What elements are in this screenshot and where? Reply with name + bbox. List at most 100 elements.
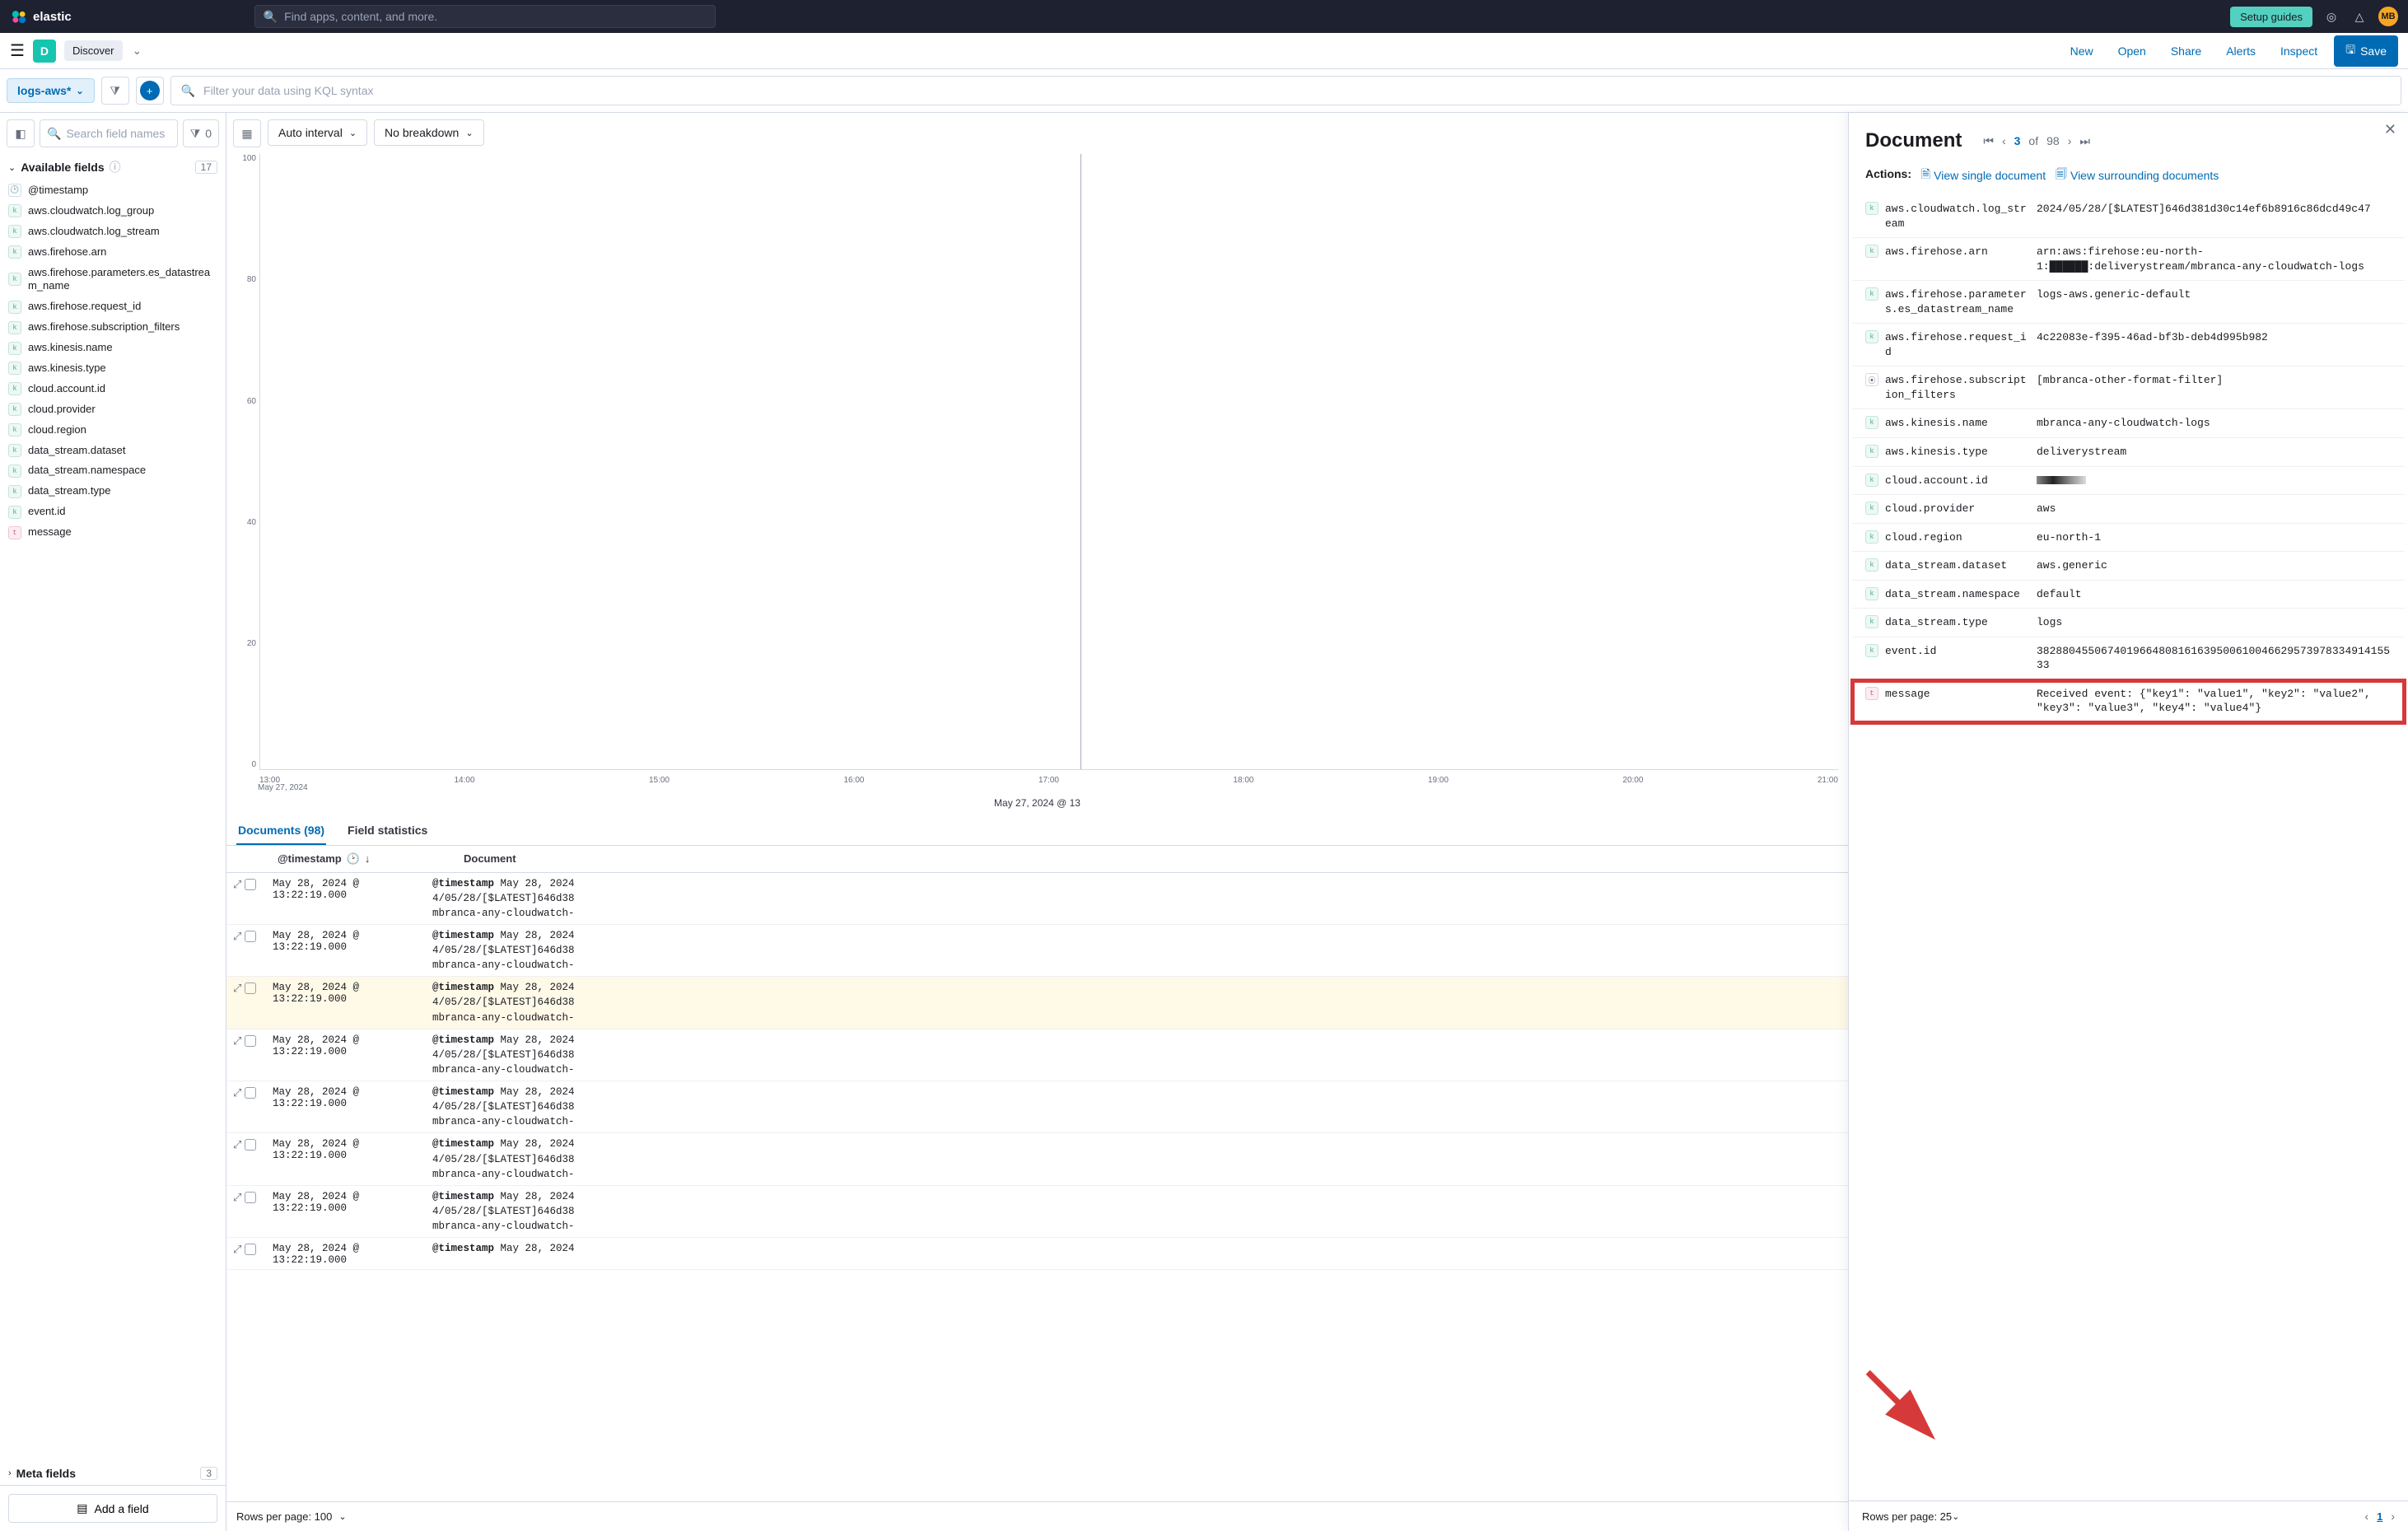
sidebar-collapse-button[interactable]: ◧ bbox=[7, 119, 35, 147]
open-link[interactable]: Open bbox=[2110, 44, 2154, 58]
doc-field-row[interactable]: tmessageReceived event: {"key1": "value1… bbox=[1852, 680, 2405, 723]
space-badge[interactable]: D bbox=[33, 40, 56, 63]
doc-field-row[interactable]: kevent.id3828804550674019664808161639500… bbox=[1852, 637, 2405, 680]
elastic-logo[interactable]: elastic bbox=[10, 7, 72, 26]
close-flyout-button[interactable]: ✕ bbox=[2384, 121, 2396, 138]
rows-per-page-button[interactable]: Rows per page: 100 bbox=[236, 1510, 332, 1523]
pager-first-icon[interactable]: ⏮ bbox=[1983, 134, 1994, 148]
field-filter-button[interactable]: ⧩ 0 bbox=[183, 119, 219, 147]
doc-field-row[interactable]: kdata_stream.typelogs bbox=[1852, 609, 2405, 637]
tab-field-statistics[interactable]: Field statistics bbox=[346, 817, 429, 845]
user-avatar[interactable]: MB bbox=[2378, 7, 2398, 26]
field-item[interactable]: kdata_stream.namespace bbox=[0, 460, 226, 481]
filter-button[interactable]: ⧩ bbox=[101, 77, 129, 105]
calendar-button[interactable]: ▦ bbox=[233, 119, 261, 147]
doc-field-row[interactable]: kaws.firehose.parameters.es_datastream_n… bbox=[1852, 281, 2405, 324]
field-item[interactable]: kaws.firehose.request_id bbox=[0, 296, 226, 317]
doc-field-row[interactable]: kaws.firehose.request_id4c22083e-f395-46… bbox=[1852, 324, 2405, 366]
newsfeed-icon[interactable]: ◎ bbox=[2322, 7, 2340, 26]
breakdown-dropdown[interactable]: No breakdown ⌄ bbox=[374, 119, 484, 146]
table-row[interactable]: ⤢May 28, 2024 @ 13:22:19.000@timestamp M… bbox=[226, 1238, 1848, 1270]
nav-menu-icon[interactable]: ☰ bbox=[10, 40, 25, 61]
page-next-icon[interactable]: › bbox=[2391, 1510, 2395, 1523]
alerts-link[interactable]: Alerts bbox=[2218, 44, 2264, 58]
expand-row-icon[interactable]: ⤢ bbox=[233, 1138, 241, 1151]
table-row[interactable]: ⤢May 28, 2024 @ 13:22:19.000@timestamp M… bbox=[226, 1081, 1848, 1133]
chevron-down-icon[interactable]: ⌄ bbox=[133, 44, 142, 58]
field-item[interactable]: kaws.kinesis.name bbox=[0, 338, 226, 358]
pager-next-icon[interactable]: › bbox=[2068, 134, 2072, 147]
tab-documents[interactable]: Documents (98) bbox=[236, 817, 326, 845]
doc-field-row[interactable]: kaws.cloudwatch.log_stream2024/05/28/[$L… bbox=[1852, 195, 2405, 238]
new-link[interactable]: New bbox=[2062, 44, 2102, 58]
row-checkbox[interactable] bbox=[245, 1192, 256, 1203]
expand-row-icon[interactable]: ⤢ bbox=[233, 930, 241, 943]
field-item[interactable]: kevent.id bbox=[0, 502, 226, 522]
interval-dropdown[interactable]: Auto interval ⌄ bbox=[268, 119, 367, 146]
field-item[interactable]: kcloud.account.id bbox=[0, 379, 226, 399]
app-name-pill[interactable]: Discover bbox=[64, 40, 123, 61]
expand-row-icon[interactable]: ⤢ bbox=[233, 982, 241, 995]
doc-field-row[interactable]: kaws.firehose.arnarn:aws:firehose:eu-nor… bbox=[1852, 238, 2405, 281]
chevron-down-icon[interactable]: ⌄ bbox=[338, 1511, 346, 1522]
field-item[interactable]: kaws.firehose.subscription_filters bbox=[0, 317, 226, 338]
available-fields-header[interactable]: ⌄ Available fields ⓘ 17 bbox=[0, 154, 226, 180]
table-row[interactable]: ⤢May 28, 2024 @ 13:22:19.000@timestamp M… bbox=[226, 977, 1848, 1029]
row-checkbox[interactable] bbox=[245, 983, 256, 994]
row-checkbox[interactable] bbox=[245, 1139, 256, 1151]
global-search-input[interactable]: 🔍 Find apps, content, and more. bbox=[254, 5, 716, 28]
row-checkbox[interactable] bbox=[245, 931, 256, 942]
add-field-button[interactable]: ▤ Add a field bbox=[8, 1494, 217, 1523]
setup-guides-button[interactable]: Setup guides bbox=[2230, 7, 2312, 27]
doc-field-row[interactable]: kdata_stream.namespacedefault bbox=[1852, 581, 2405, 609]
expand-row-icon[interactable]: ⤢ bbox=[233, 1191, 241, 1204]
row-checkbox[interactable] bbox=[245, 1035, 256, 1047]
table-row[interactable]: ⤢May 28, 2024 @ 13:22:19.000@timestamp M… bbox=[226, 1133, 1848, 1185]
table-row[interactable]: ⤢May 28, 2024 @ 13:22:19.000@timestamp M… bbox=[226, 1186, 1848, 1238]
add-filter-button[interactable]: + bbox=[136, 77, 164, 105]
doc-field-row[interactable]: kcloud.regioneu-north-1 bbox=[1852, 524, 2405, 553]
inspect-link[interactable]: Inspect bbox=[2272, 44, 2326, 58]
field-item[interactable]: 🕑@timestamp bbox=[0, 180, 226, 201]
doc-field-row[interactable]: kdata_stream.datasetaws.generic bbox=[1852, 552, 2405, 581]
labs-icon[interactable]: △ bbox=[2350, 7, 2368, 26]
field-item[interactable]: kaws.firehose.parameters.es_datastream_n… bbox=[0, 263, 226, 297]
field-item[interactable]: kdata_stream.dataset bbox=[0, 441, 226, 461]
col-document-label[interactable]: Document bbox=[464, 852, 516, 865]
doc-field-row[interactable]: kaws.kinesis.namembranca-any-cloudwatch-… bbox=[1852, 409, 2405, 438]
table-row[interactable]: ⤢May 28, 2024 @ 13:22:19.000@timestamp M… bbox=[226, 1029, 1848, 1081]
share-link[interactable]: Share bbox=[2163, 44, 2210, 58]
field-item[interactable]: kcloud.region bbox=[0, 420, 226, 441]
chevron-down-icon[interactable]: ⌄ bbox=[1952, 1511, 1959, 1522]
sort-desc-icon[interactable]: ↓ bbox=[365, 852, 371, 865]
field-item[interactable]: kaws.firehose.arn bbox=[0, 242, 226, 263]
page-prev-icon[interactable]: ‹ bbox=[2364, 1510, 2368, 1523]
field-item[interactable]: kaws.cloudwatch.log_stream bbox=[0, 222, 226, 242]
save-button[interactable]: 🖫 Save bbox=[2334, 35, 2398, 67]
field-item[interactable]: kaws.kinesis.type bbox=[0, 358, 226, 379]
histogram-chart[interactable]: 100806040200 13:0014:0015:0016:0017:0018… bbox=[236, 154, 1838, 783]
expand-row-icon[interactable]: ⤢ bbox=[233, 878, 241, 891]
table-row[interactable]: ⤢May 28, 2024 @ 13:22:19.000@timestamp M… bbox=[226, 925, 1848, 977]
doc-field-row[interactable]: kcloud.account.id bbox=[1852, 467, 2405, 496]
row-checkbox[interactable] bbox=[245, 1244, 256, 1255]
kql-input[interactable]: 🔍 Filter your data using KQL syntax bbox=[170, 76, 2401, 105]
view-single-document-link[interactable]: 🗎 View single document bbox=[1921, 166, 2046, 185]
table-row[interactable]: ⤢May 28, 2024 @ 13:22:19.000@timestamp M… bbox=[226, 873, 1848, 925]
field-item[interactable]: kcloud.provider bbox=[0, 399, 226, 420]
row-checkbox[interactable] bbox=[245, 1087, 256, 1099]
field-item[interactable]: kaws.cloudwatch.log_group bbox=[0, 201, 226, 222]
field-item[interactable]: tmessage bbox=[0, 522, 226, 543]
flyout-rows-per-page-button[interactable]: Rows per page: 25 bbox=[1862, 1510, 1952, 1523]
pager-last-icon[interactable]: ⏭ bbox=[2079, 134, 2090, 148]
expand-row-icon[interactable]: ⤢ bbox=[233, 1086, 241, 1099]
col-timestamp-label[interactable]: @timestamp bbox=[278, 852, 342, 865]
view-surrounding-documents-link[interactable]: 🗐 View surrounding documents bbox=[2056, 166, 2219, 185]
expand-row-icon[interactable]: ⤢ bbox=[233, 1034, 241, 1048]
meta-fields-header[interactable]: › Meta fields 3 bbox=[0, 1462, 226, 1485]
page-number[interactable]: 1 bbox=[2377, 1510, 2382, 1523]
field-search-input[interactable]: 🔍 Search field names bbox=[40, 119, 178, 147]
index-pattern-picker[interactable]: logs-aws* ⌄ bbox=[7, 78, 95, 103]
expand-row-icon[interactable]: ⤢ bbox=[233, 1243, 241, 1256]
row-checkbox[interactable] bbox=[245, 879, 256, 890]
